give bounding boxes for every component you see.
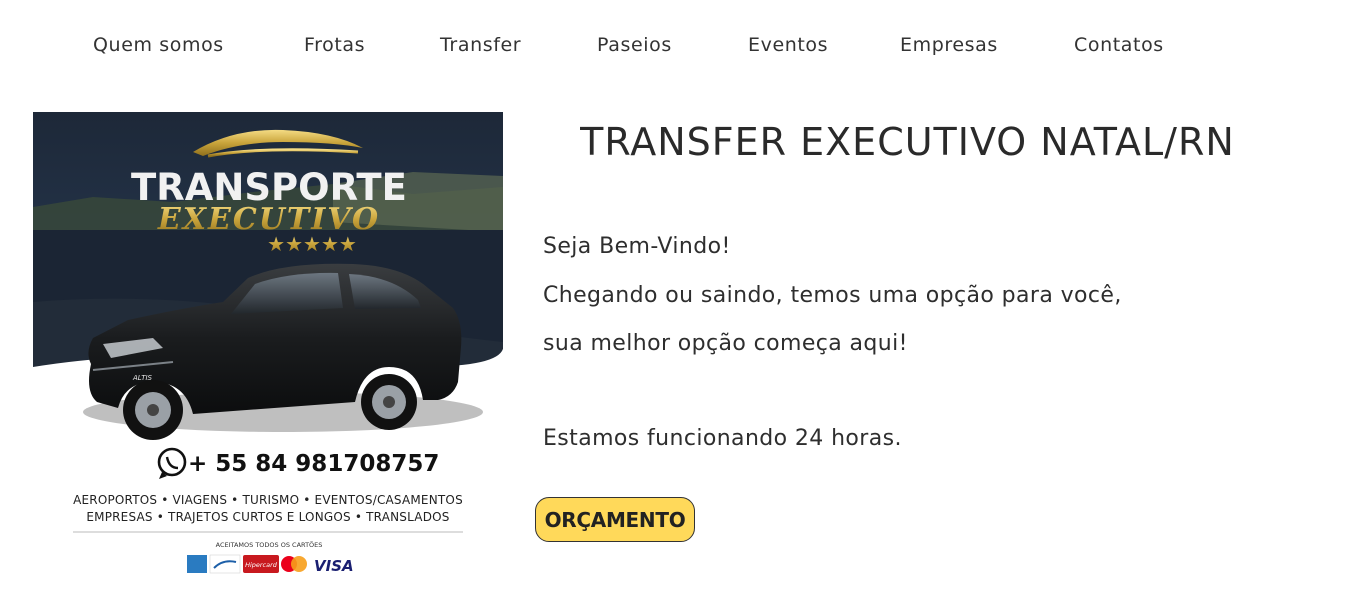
intro-text-line2: sua melhor opção começa aqui! — [543, 331, 908, 356]
nav-item-frotas[interactable]: Frotas — [304, 34, 365, 56]
page-title: TRANSFER EXECUTIVO NATAL/RN — [580, 120, 1235, 164]
services-line2: EMPRESAS • TRAJETOS CURTOS E LONGOS • TR… — [86, 510, 449, 524]
cards-caption: ACEITAMOS TODOS OS CARTÕES — [216, 540, 323, 549]
nav-item-eventos[interactable]: Eventos — [748, 34, 828, 56]
credicard-icon — [209, 554, 241, 574]
visa-icon: VISA — [314, 557, 354, 575]
svg-text:Hipercard: Hipercard — [245, 561, 278, 569]
mastercard-icon — [281, 556, 307, 572]
card-logos: Hipercard VISA — [187, 554, 354, 575]
svg-text:ALTIS: ALTIS — [132, 374, 153, 382]
nav-item-contatos[interactable]: Contatos — [1074, 34, 1164, 56]
services-line1: AEROPORTOS • VIAGENS • TURISMO • EVENTOS… — [73, 493, 463, 507]
intro-text-line1: Chegando ou saindo, temos uma opção para… — [543, 283, 1122, 308]
nav-item-transfer[interactable]: Transfer — [440, 34, 521, 56]
amex-icon — [187, 555, 207, 573]
orcamento-button[interactable]: ORÇAMENTO — [535, 497, 695, 542]
promo-image: TRANSPORTE EXECUTIVO ★★★★★ ALTIS + 55 84… — [33, 112, 503, 590]
nav-item-quem-somos[interactable]: Quem somos — [93, 34, 224, 56]
promo-graphic: TRANSPORTE EXECUTIVO ★★★★★ ALTIS + 55 84… — [33, 112, 503, 590]
welcome-text: Seja Bem-Vindo! — [543, 234, 731, 259]
phone-number: + 55 84 981708757 — [188, 451, 439, 477]
rating-stars: ★★★★★ — [267, 232, 357, 256]
nav-item-paseios[interactable]: Paseios — [597, 34, 672, 56]
hours-text: Estamos funcionando 24 horas. — [543, 426, 902, 451]
nav-item-empresas[interactable]: Empresas — [900, 34, 998, 56]
main-nav: Quem somos Frotas Transfer Paseios Event… — [0, 34, 1359, 64]
